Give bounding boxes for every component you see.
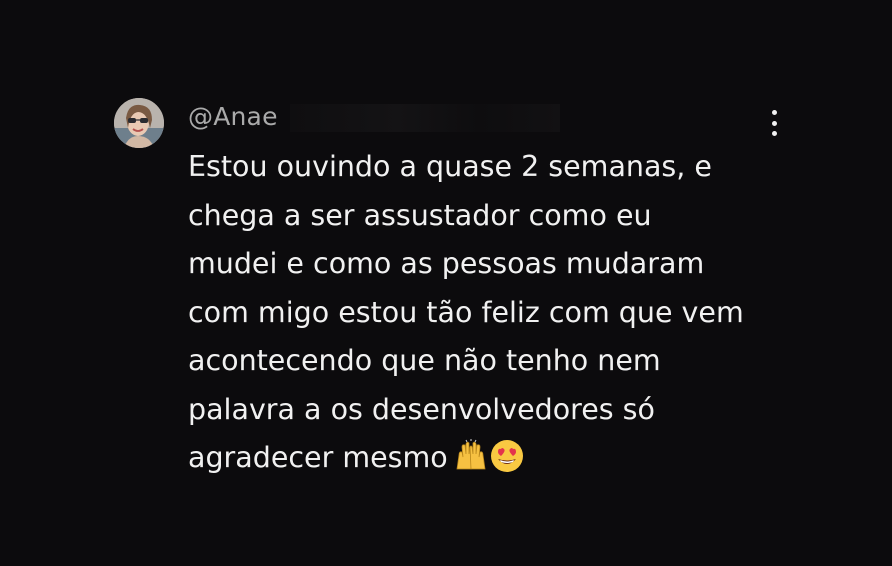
raising-hands-emoji (454, 439, 488, 489)
comment-card: @Anae Estou ouvindo a quase 2 semanas, e… (0, 0, 892, 566)
comment-text-last-line: agradecer mesmo (188, 434, 788, 489)
avatar-photo (114, 98, 164, 148)
comment-text-line: acontecendo que não tenho nem (188, 344, 661, 377)
avatar[interactable] (114, 98, 164, 148)
comment-text-line: palavra a os desenvolvedores só (188, 392, 655, 426)
more-options-button[interactable] (760, 108, 788, 138)
menu-dot-2 (771, 120, 777, 126)
comment-text-line: chega a ser assustador como eu (188, 198, 652, 232)
comment-text-line: mudei e como as pessoas mudaram (188, 247, 705, 280)
comment-author[interactable]: @Anae (188, 101, 278, 133)
comment-text-line: agradecer mesmo (188, 441, 448, 474)
more-vertical-icon (771, 110, 777, 115)
redacted-timestamp (290, 104, 560, 132)
heart-eyes-emoji (490, 439, 524, 489)
menu-dot-3 (771, 131, 777, 136)
comment-text-line: Estou ouvindo a quase 2 semanas, e (188, 150, 712, 183)
comment-text-line: com migo estou tão feliz com que vem (188, 295, 744, 329)
comment-text: Estou ouvindo a quase 2 semanas, e chega… (188, 143, 788, 489)
